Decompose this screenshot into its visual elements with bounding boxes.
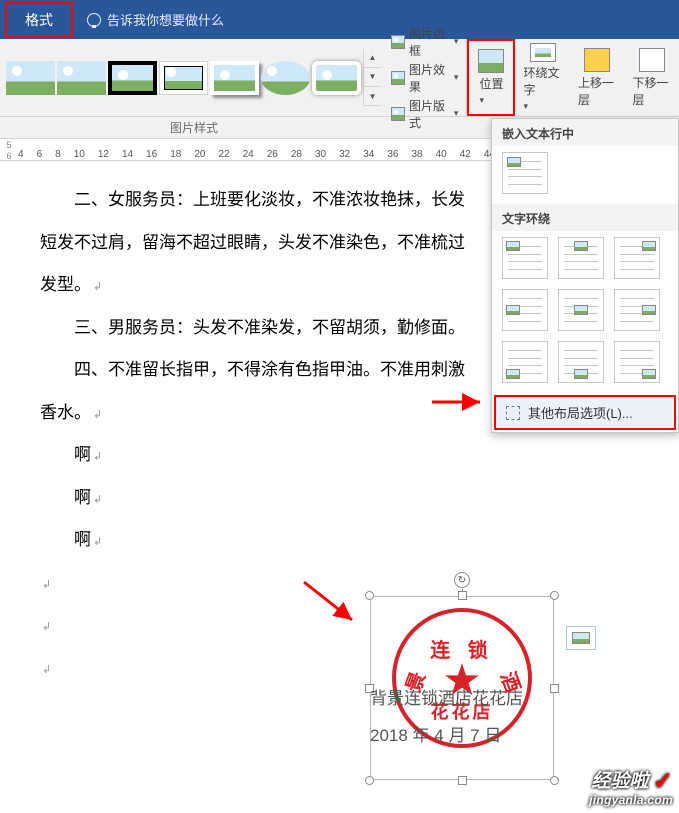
position-dropdown: 嵌入文本行中 文字环绕 其他布局选项(L)... (491, 118, 679, 433)
pic-style-option[interactable] (261, 61, 310, 95)
position-option[interactable] (614, 289, 660, 331)
position-option-inline[interactable] (502, 152, 548, 194)
wrap-text-button[interactable]: 环绕文字▾ (515, 39, 570, 116)
pic-style-option[interactable] (159, 61, 208, 95)
pic-style-option[interactable] (6, 61, 55, 95)
paragraph-mark: ↲ (93, 281, 102, 293)
paragraph: 啊↲ (40, 477, 655, 520)
position-option[interactable] (558, 341, 604, 383)
watermark-logo: 经验啦 ✓ jingyanla.com (589, 767, 673, 807)
picture-styles-gallery[interactable]: ▲▼▼ (0, 39, 383, 116)
layout-icon (572, 632, 590, 644)
position-option[interactable] (614, 237, 660, 279)
picture-effects-button[interactable]: 图片效果▾ (391, 61, 458, 95)
position-option[interactable] (502, 289, 548, 331)
pic-style-option[interactable] (57, 61, 106, 95)
tab-format[interactable]: 格式 (5, 2, 73, 38)
pic-style-option[interactable] (210, 61, 259, 95)
arrange-group: 位置▾ 环绕文字▾ 上移一层 下移一层 (467, 39, 679, 116)
paragraph-mark: ↲ (93, 409, 102, 421)
picture-layout-button[interactable]: 图片版式▾ (391, 97, 458, 131)
dropdown-header-inline: 嵌入文本行中 (492, 119, 678, 146)
check-icon: ✓ (653, 769, 673, 795)
paragraph-mark: ↲ (42, 621, 51, 633)
backward-icon (639, 48, 665, 72)
more-layout-options[interactable]: 其他布局选项(L)... (496, 397, 674, 428)
paragraph: 啊↲ (40, 519, 655, 562)
forward-icon (584, 48, 610, 72)
pic-style-option[interactable] (312, 61, 361, 95)
paragraph: 啊↲ (40, 434, 655, 477)
layout-options-floater[interactable] (566, 626, 596, 650)
bulb-icon (87, 13, 101, 27)
resize-handle[interactable] (365, 776, 374, 785)
bring-forward-button[interactable]: 上移一层 (570, 39, 625, 116)
position-button[interactable]: 位置▾ (467, 39, 515, 116)
border-icon (391, 35, 405, 49)
tell-me-placeholder: 告诉我你想要做什么 (107, 10, 224, 29)
ribbon: ▲▼▼ 图片边框▾ 图片效果▾ 图片版式▾ 位置▾ 环绕文字▾ 上移一层 下移一… (0, 39, 679, 117)
rotate-handle[interactable]: ↻ (454, 572, 470, 588)
send-backward-button[interactable]: 下移一层 (624, 39, 679, 116)
section-label-styles: 图片样式 (0, 117, 388, 138)
more-layout-highlight: 其他布局选项(L)... (494, 395, 676, 430)
picture-tools-group: 图片边框▾ 图片效果▾ 图片版式▾ (383, 39, 467, 116)
window-titlebar: 格式 告诉我你想要做什么 (0, 0, 679, 39)
annotation-arrow (430, 392, 486, 412)
wrap-icon (530, 43, 556, 62)
position-option[interactable] (558, 237, 604, 279)
position-option[interactable] (502, 341, 548, 383)
paragraph: ↲ (40, 647, 655, 690)
layout-options-icon (506, 406, 520, 420)
resize-handle[interactable] (458, 591, 467, 600)
annotation-arrow (300, 578, 360, 628)
dropdown-header-wrap: 文字环绕 (492, 204, 678, 231)
resize-handle[interactable] (550, 684, 559, 693)
vertical-ruler-snippet: 56 (2, 139, 16, 161)
position-option[interactable] (502, 237, 548, 279)
paragraph-mark: ↲ (42, 664, 51, 676)
paragraph-mark: ↲ (93, 451, 102, 463)
paragraph-mark: ↲ (93, 536, 102, 548)
position-option[interactable] (614, 341, 660, 383)
position-icon (478, 49, 504, 73)
tell-me-search[interactable]: 告诉我你想要做什么 (87, 10, 224, 29)
effects-icon (391, 71, 405, 85)
resize-handle[interactable] (550, 776, 559, 785)
gallery-expand[interactable]: ▲▼▼ (363, 49, 381, 107)
resize-handle[interactable] (458, 776, 467, 785)
paragraph-mark: ↲ (42, 579, 51, 591)
pic-style-option[interactable] (108, 61, 157, 95)
text-behind-seal: 背景连锁酒店花花店 2018 年 4 月 7 日 (370, 680, 523, 755)
layout-icon (391, 107, 405, 121)
resize-handle[interactable] (550, 591, 559, 600)
position-option[interactable] (558, 289, 604, 331)
resize-handle[interactable] (365, 591, 374, 600)
paragraph-mark: ↲ (93, 494, 102, 506)
picture-border-button[interactable]: 图片边框▾ (391, 25, 458, 59)
